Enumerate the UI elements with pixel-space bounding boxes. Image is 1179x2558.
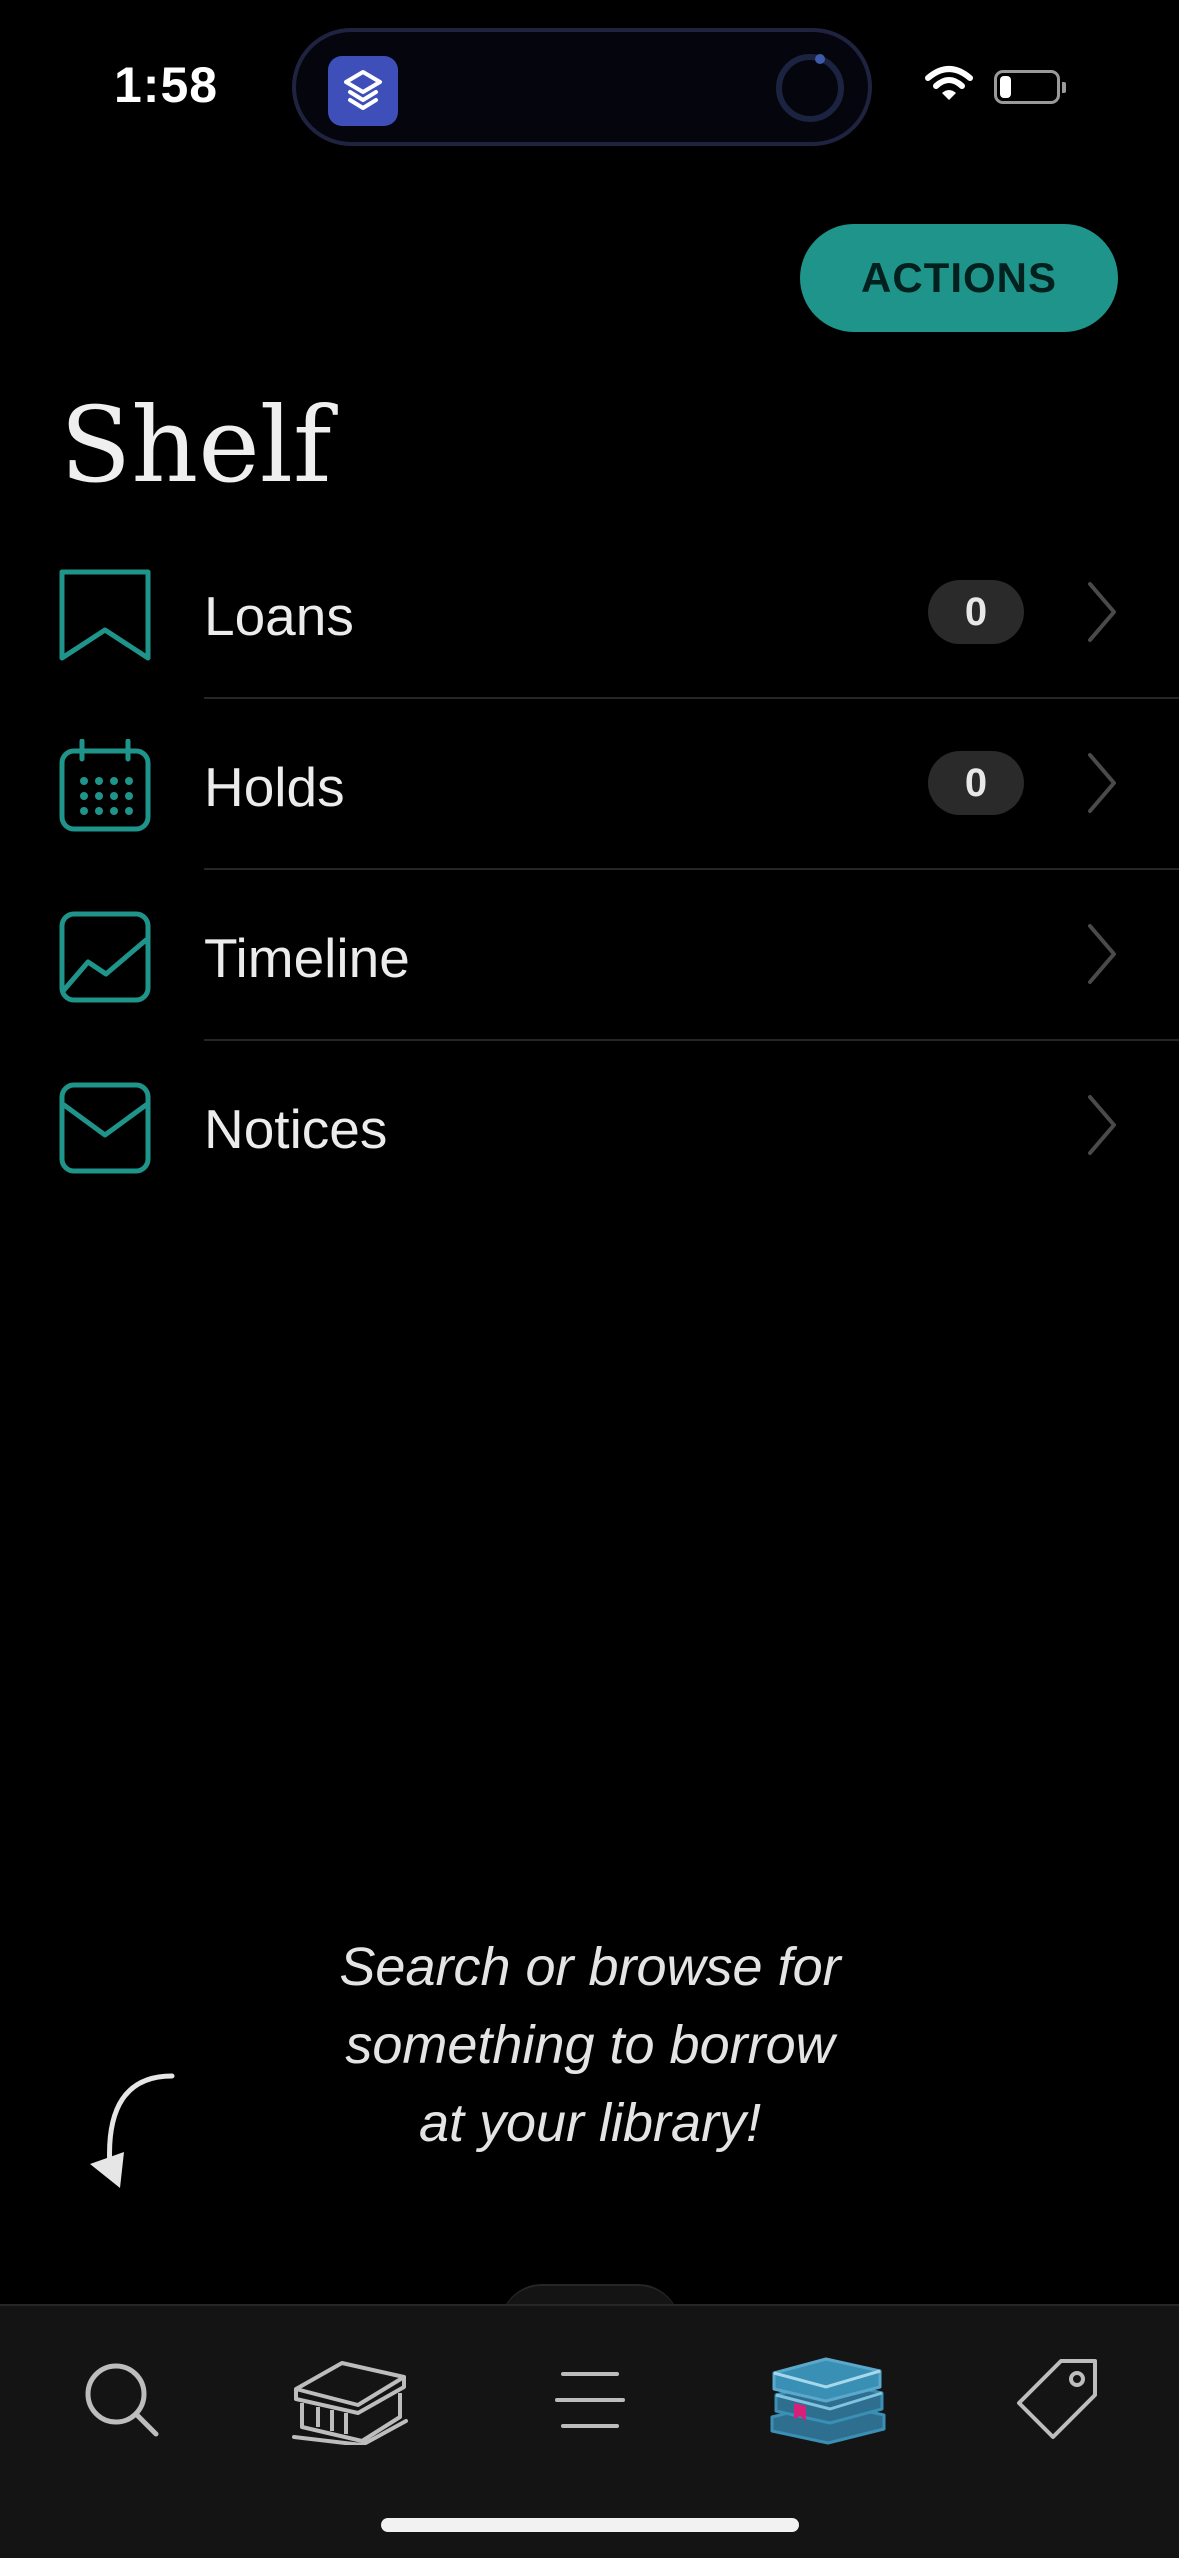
empty-state-message: Search or browse for something to borrow… [240, 1928, 940, 2162]
envelope-icon [59, 1082, 151, 1174]
dynamic-island[interactable] [292, 28, 872, 146]
shelf-item-timeline[interactable]: Timeline [0, 870, 1179, 1041]
chevron-right-icon [1088, 924, 1116, 984]
shelf-item-loans[interactable]: Loans 0 [0, 528, 1179, 699]
empty-state-line: Search or browse for [339, 1937, 841, 1997]
shelf-item-label: Notices [204, 1098, 388, 1160]
chevron-right-icon [1088, 1095, 1116, 1155]
battery-icon [994, 70, 1066, 104]
chart-icon [59, 911, 151, 1003]
page-title: Shelf [60, 384, 332, 506]
tab-search[interactable] [52, 2350, 192, 2450]
tab-menu[interactable] [520, 2350, 660, 2450]
bookmark-icon [59, 569, 151, 661]
empty-state-line: at your library! [418, 2093, 762, 2153]
count-badge: 0 [928, 751, 1024, 815]
search-icon [85, 2363, 159, 2437]
shelf-item-notices[interactable]: Notices [0, 1041, 1179, 1212]
shelf-list: Loans 0 Holds 0 Timeline Notices [0, 528, 1179, 1212]
chevron-right-icon [1088, 753, 1116, 813]
tab-tags[interactable] [986, 2350, 1126, 2450]
tab-shelf[interactable] [758, 2350, 898, 2450]
count-badge: 0 [928, 580, 1024, 644]
library-icon [292, 2361, 408, 2445]
calendar-icon [59, 739, 151, 832]
empty-state-line: something to borrow [345, 2015, 835, 2075]
progress-spinner-icon [776, 54, 844, 122]
shelf-item-label: Loans [204, 585, 354, 647]
actions-button[interactable]: ACTIONS [800, 224, 1118, 332]
tag-icon [1017, 2359, 1097, 2439]
curved-arrow-icon [90, 2073, 175, 2188]
wifi-icon [925, 66, 973, 100]
home-indicator[interactable] [381, 2518, 799, 2532]
shortcuts-app-icon [328, 56, 398, 126]
chevron-right-icon [1088, 582, 1116, 642]
tab-libraries[interactable] [280, 2350, 420, 2450]
status-time: 1:58 [114, 57, 219, 113]
shelf-item-holds[interactable]: Holds 0 [0, 699, 1179, 870]
shelf-books-icon [770, 2357, 886, 2445]
shelf-item-label: Holds [204, 756, 345, 818]
shelf-item-label: Timeline [204, 927, 410, 989]
menu-icon [555, 2372, 625, 2428]
